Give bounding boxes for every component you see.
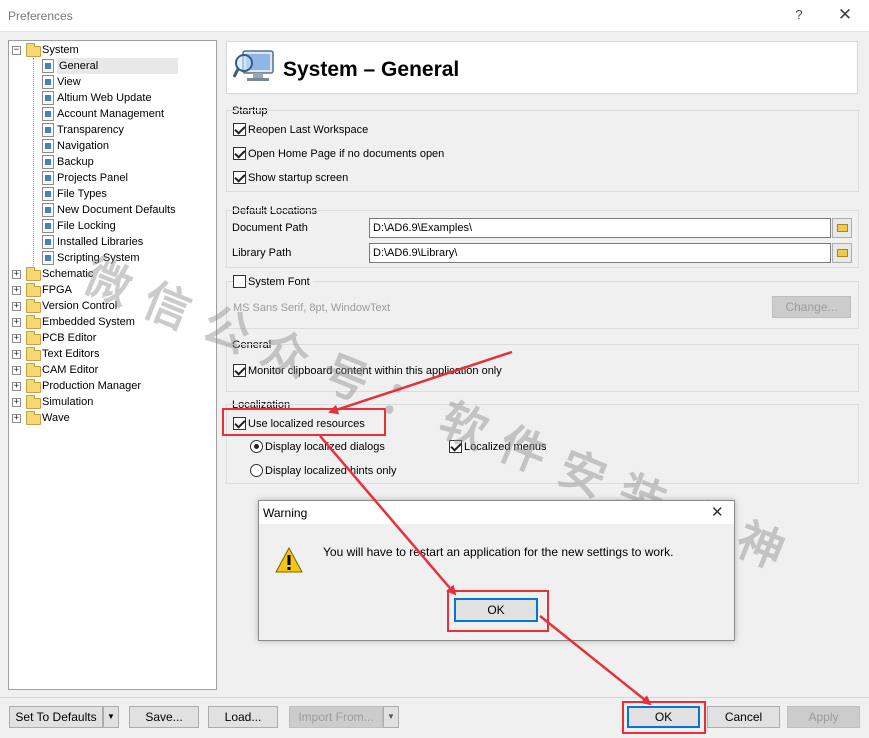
arrow-to-warning-ok — [319, 435, 457, 596]
arrow-to-ok — [539, 615, 652, 706]
annotation-arrows — [319, 350, 652, 706]
arrow-to-localized — [328, 350, 513, 415]
